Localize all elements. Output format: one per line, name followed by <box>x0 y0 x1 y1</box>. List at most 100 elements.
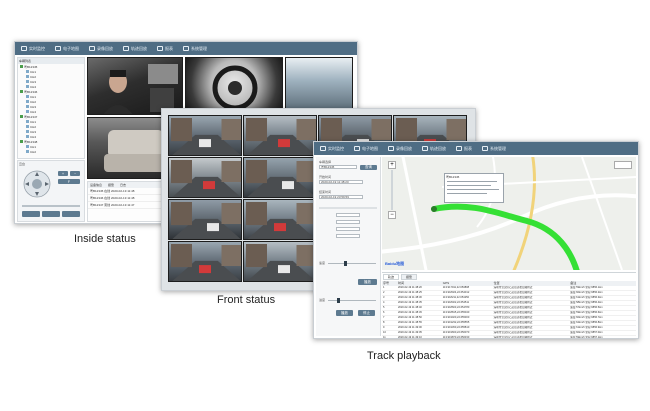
camera-icon <box>26 120 29 123</box>
start-time-input[interactable]: 2020-02-19 11:48:20 <box>319 180 363 184</box>
track-table-body: 1 2020-02-19 11:48:20 113.917911,22.653808… <box>382 286 636 339</box>
table-cell: 2020-02-19 11:49:10 <box>397 336 422 339</box>
track-map[interactable]: + − 粤B12345 Baidu地图 <box>382 157 636 270</box>
camera-icon <box>26 145 29 148</box>
tree-item-label: 粤B12345 <box>24 64 38 69</box>
inside-tab[interactable]: 设备信息 <box>90 183 102 187</box>
pause-button[interactable]: 播放 <box>336 310 353 316</box>
tree-list: 粤B12345 CH1 CH2 CH3 CH4 粤B12346 CH1 CH2 CH3 CH4 粤B… <box>18 64 84 154</box>
zoom-in-button[interactable]: + <box>388 161 396 169</box>
toolbar-item-2[interactable]: 录像回放 <box>89 46 113 52</box>
street-scene <box>246 118 316 155</box>
speed-slider-knob[interactable] <box>343 261 347 266</box>
track-query-form: 车辆选择 粤B12345 查询 开始时间 2020-02-19 11:48:20… <box>316 157 381 336</box>
table-cell: 深圳市宝安区石岩街道松白路附近 <box>493 321 533 324</box>
toolbar-item-4[interactable]: 报表 <box>456 146 472 152</box>
ptz-zoom-in-button[interactable]: + <box>58 171 68 176</box>
zoom-slider-track[interactable] <box>391 170 393 210</box>
ptz-speed-slider[interactable] <box>22 205 80 207</box>
track-start-marker <box>431 206 437 212</box>
caption-front-status: Front status <box>217 294 276 306</box>
tooltip-line <box>447 181 497 182</box>
toolbar-item-5[interactable]: 系统管理 <box>482 146 506 152</box>
tree-item-label: CH3 <box>30 129 37 134</box>
front-camera-view[interactable] <box>243 115 317 156</box>
option-field-2[interactable] <box>336 220 360 224</box>
caption-track-playback: Track playback <box>367 350 441 362</box>
toolbar-item-5[interactable]: 系统管理 <box>183 46 207 52</box>
playback-icon <box>89 46 95 51</box>
toolbar-item-0[interactable]: 实时监控 <box>21 46 45 52</box>
front-camera-view[interactable] <box>243 157 317 198</box>
camera-icon <box>26 125 29 128</box>
toolbar-item-3[interactable]: 轨迹回放 <box>123 46 147 52</box>
toolbar-item-4[interactable]: 报表 <box>157 46 173 52</box>
ptz-call-button[interactable] <box>42 211 60 217</box>
camera-icon <box>26 100 29 103</box>
playback-icon <box>388 146 394 151</box>
track-tab[interactable]: 轨迹 <box>383 274 400 280</box>
end-time-input[interactable]: 2020-02-19 23:59:59 <box>319 195 363 199</box>
map-canvas[interactable] <box>382 157 636 270</box>
tooltip-line <box>447 185 491 186</box>
ptz-preset-button[interactable] <box>22 211 40 217</box>
toolbar-item-3[interactable]: 轨迹回放 <box>422 146 446 152</box>
inside-cam-cabin[interactable] <box>285 57 353 115</box>
table-row[interactable]: 11 2020-02-19 11:49:10 113.919870,22.65633… <box>382 336 636 339</box>
table-cell: 113.919020,22.655300 <box>442 316 470 319</box>
form-divider <box>319 207 377 209</box>
front-camera-view[interactable] <box>168 157 242 198</box>
tooltip-plate: 粤B12345 <box>446 175 460 179</box>
inside-cam-steering[interactable] <box>185 57 283 115</box>
toolbar-item-1[interactable]: 电子地图 <box>354 146 378 152</box>
tree-item[interactable]: CH2 <box>18 149 84 154</box>
ptz-zoom-out-button[interactable]: − <box>70 171 80 176</box>
front-camera-view[interactable] <box>168 241 242 282</box>
toolbar-item-2[interactable]: 录像回放 <box>388 146 412 152</box>
front-camera-view[interactable] <box>168 199 242 240</box>
table-cell: 速度:62km/h 里程:9856.8km <box>570 321 603 324</box>
table-cell: 113.918815,22.655040 <box>442 311 470 314</box>
speed-slider[interactable] <box>328 261 376 266</box>
street-scene <box>171 244 241 281</box>
progress-slider-knob[interactable] <box>337 298 340 303</box>
tree-item-label: CH2 <box>30 74 37 79</box>
toolbar-item-1[interactable]: 电子地图 <box>55 46 79 52</box>
toolbar-item-label: 系统管理 <box>191 45 207 51</box>
inside-tab[interactable]: 报警 <box>108 183 114 187</box>
table-cell: 113.918024,22.654012 <box>442 291 470 294</box>
track-icon <box>123 46 129 51</box>
map-layer-toggle[interactable] <box>614 161 632 169</box>
table-cell: 2020-02-19 11:48:30 <box>397 296 422 299</box>
track-tab[interactable]: 报警 <box>401 274 418 280</box>
query-button[interactable]: 查询 <box>360 165 377 170</box>
play-button[interactable]: 播放 <box>358 279 377 285</box>
camera-icon <box>26 130 29 133</box>
front-camera-view[interactable] <box>168 115 242 156</box>
inside-cam-driver[interactable] <box>87 57 183 115</box>
zoom-out-button[interactable]: − <box>388 211 396 219</box>
table-cell: 7 <box>383 316 385 319</box>
table-cell: 10 <box>383 331 386 334</box>
table-cell: 5 <box>383 306 385 309</box>
vehicle-input[interactable]: 粤B12345 <box>319 165 357 169</box>
ptz-focus-button[interactable]: F <box>58 179 80 184</box>
toolbar-item-label: 电子地图 <box>362 145 378 151</box>
end-time-label: 结束时间 <box>319 190 332 194</box>
ptz-joystick[interactable] <box>22 169 52 199</box>
tree-item-label: CH4 <box>30 134 37 139</box>
ptz-set-button[interactable] <box>62 211 80 217</box>
front-camera-view[interactable] <box>243 241 317 282</box>
option-field-3[interactable] <box>336 227 360 231</box>
progress-slider[interactable] <box>328 298 376 303</box>
toolbar-item-0[interactable]: 实时监控 <box>320 146 344 152</box>
front-camera-view[interactable] <box>243 199 317 240</box>
tooltip-line <box>447 189 499 190</box>
option-field-4[interactable] <box>336 234 360 238</box>
inside-tab[interactable]: 日志 <box>120 183 126 187</box>
speed-label: 速度 <box>319 261 326 265</box>
monitor-icon <box>21 46 27 51</box>
stop-button[interactable]: 停止 <box>358 310 375 316</box>
map-icon <box>354 146 360 151</box>
option-field-1[interactable] <box>336 213 360 217</box>
